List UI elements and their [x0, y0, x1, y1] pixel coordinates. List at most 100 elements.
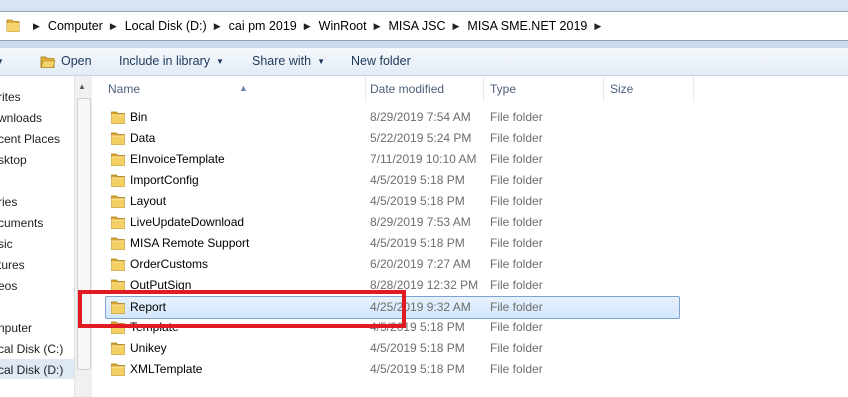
file-type: File folder: [490, 215, 543, 229]
breadcrumb-separator-icon[interactable]: ▶: [374, 21, 381, 32]
column-header-type-label: Type: [490, 82, 517, 96]
include-label: Include in library: [119, 54, 211, 68]
nav-item[interactable]: ries: [0, 195, 17, 209]
file-type: File folder: [490, 320, 543, 334]
file-name: Bin: [130, 110, 148, 124]
breadcrumb-separator-icon[interactable]: ▶: [452, 21, 459, 32]
file-row[interactable]: Unikey 4/5/2019 5:18 PM File folder: [106, 338, 680, 358]
column-header-name-label: Name: [108, 82, 141, 96]
folder-icon: [111, 258, 125, 271]
column-header-name[interactable]: ▲ Name: [102, 76, 366, 102]
sort-up-icon: ▲: [239, 83, 248, 93]
file-date: 4/5/2019 5:18 PM: [370, 362, 465, 376]
file-type: File folder: [490, 194, 543, 208]
nav-item[interactable]: cal Disk (C:): [0, 342, 63, 356]
breadcrumb-item[interactable]: Computer: [48, 19, 103, 33]
column-header-date[interactable]: Date modified: [364, 76, 484, 102]
folder-icon: [111, 216, 125, 229]
file-name: OrderCustoms: [130, 257, 209, 271]
breadcrumb-item[interactable]: cai pm 2019: [229, 19, 297, 33]
nav-item[interactable]: cent Places: [0, 132, 60, 146]
file-type: File folder: [490, 152, 543, 166]
open-folder-icon: [40, 56, 56, 68]
file-type: File folder: [490, 236, 543, 250]
file-name: EInvoiceTemplate: [130, 152, 225, 166]
file-name: Layout: [130, 194, 167, 208]
include-in-library-button[interactable]: Include in library ▼: [119, 48, 224, 75]
file-row[interactable]: LiveUpdateDownload 8/29/2019 7:53 AM File …: [106, 212, 680, 232]
folder-icon: [111, 153, 125, 166]
open-button[interactable]: Open: [40, 48, 92, 75]
column-header-date-label: Date modified: [370, 82, 445, 96]
file-date: 4/5/2019 5:18 PM: [370, 236, 465, 250]
breadcrumb-separator-icon[interactable]: ▶: [110, 21, 117, 32]
folder-icon: [111, 195, 125, 208]
file-type: File folder: [490, 131, 543, 145]
file-type: File folder: [490, 278, 543, 292]
nav-scrollbar[interactable]: ▲: [74, 76, 92, 397]
folder-icon: [111, 342, 125, 355]
navigation-pane: rites wnloads cent Places sktop ries cuments s…: [0, 76, 74, 397]
organize-caret-icon[interactable]: ▼: [0, 48, 4, 75]
breadcrumb-separator-icon[interactable]: ▶: [33, 21, 40, 32]
share-with-button[interactable]: Share with ▼: [252, 48, 325, 75]
breadcrumb-item[interactable]: Local Disk (D:): [125, 19, 207, 33]
file-name: XMLTemplate: [130, 362, 203, 376]
address-bar[interactable]: ▶ Computer ▶ Local Disk (D:) ▶ cai pm 2019 ▶ Wi…: [0, 11, 848, 41]
nav-item[interactable]: wnloads: [0, 111, 42, 125]
file-date: 4/5/2019 5:18 PM: [370, 341, 465, 355]
folder-icon: [111, 363, 125, 376]
file-row[interactable]: Bin 8/29/2019 7:54 AM File folder: [106, 107, 680, 127]
file-type: File folder: [490, 362, 543, 376]
folder-icon: [111, 132, 125, 145]
file-row[interactable]: OrderCustoms 6/20/2019 7:27 AM File folder: [106, 254, 680, 274]
file-row[interactable]: Layout 4/5/2019 5:18 PM File folder: [106, 191, 680, 211]
open-label: Open: [61, 54, 92, 68]
folder-icon: [111, 111, 125, 124]
breadcrumb: ▶ Computer ▶ Local Disk (D:) ▶ cai pm 2019 ▶ Wi…: [26, 12, 609, 40]
scroll-thumb[interactable]: [77, 98, 91, 370]
file-type: File folder: [490, 110, 543, 124]
address-bar-area: ▶ Computer ▶ Local Disk (D:) ▶ cai pm 2019 ▶ Wi…: [0, 0, 848, 48]
chevron-down-icon: ▼: [317, 57, 325, 67]
breadcrumb-separator-icon[interactable]: ▶: [594, 21, 601, 32]
breadcrumb-item[interactable]: MISA JSC: [389, 19, 446, 33]
nav-item[interactable]: nputer: [0, 321, 32, 335]
file-type: File folder: [490, 173, 543, 187]
file-row[interactable]: Data 5/22/2019 5:24 PM File folder: [106, 128, 680, 148]
breadcrumb-item[interactable]: MISA SME.NET 2019: [467, 19, 587, 33]
file-name: Unikey: [130, 341, 167, 355]
file-row[interactable]: XMLTemplate 4/5/2019 5:18 PM File folder: [106, 359, 680, 379]
file-name: ImportConfig: [130, 173, 199, 187]
new-folder-button[interactable]: New folder: [351, 48, 411, 75]
file-type: File folder: [490, 257, 543, 271]
file-row[interactable]: ImportConfig 4/5/2019 5:18 PM File folder: [106, 170, 680, 190]
file-date: 7/11/2019 10:10 AM: [370, 152, 477, 166]
share-label: Share with: [252, 54, 312, 68]
folder-icon: [111, 237, 125, 250]
file-date: 4/5/2019 5:18 PM: [370, 173, 465, 187]
file-type: File folder: [490, 300, 543, 314]
file-row[interactable]: MISA Remote Support 4/5/2019 5:18 PM File …: [106, 233, 680, 253]
file-date: 4/5/2019 5:18 PM: [370, 194, 465, 208]
scroll-up-icon[interactable]: ▲: [78, 82, 86, 91]
breadcrumb-separator-icon[interactable]: ▶: [304, 21, 311, 32]
folder-icon: [6, 19, 20, 32]
chevron-down-icon: ▼: [216, 57, 224, 67]
nav-item[interactable]: eos: [0, 279, 17, 293]
file-row[interactable]: EInvoiceTemplate 7/11/2019 10:10 AM File f…: [106, 149, 680, 169]
breadcrumb-item[interactable]: WinRoot: [319, 19, 367, 33]
column-header-size-label: Size: [610, 82, 634, 96]
nav-item[interactable]: sktop: [0, 153, 27, 167]
nav-item[interactable]: sic: [0, 237, 13, 251]
nav-item[interactable]: cuments: [0, 216, 43, 230]
nav-item[interactable]: cal Disk (D:): [0, 363, 63, 377]
column-header-size[interactable]: Size: [604, 76, 694, 102]
nav-item[interactable]: tures: [0, 258, 25, 272]
nav-item[interactable]: rites: [0, 90, 21, 104]
file-type: File folder: [490, 341, 543, 355]
file-date: 8/29/2019 7:53 AM: [370, 215, 471, 229]
column-header-type[interactable]: Type: [484, 76, 604, 102]
command-bar: ▼ Open Include in library ▼ Share with ▼ N…: [0, 48, 848, 76]
breadcrumb-separator-icon[interactable]: ▶: [214, 21, 221, 32]
